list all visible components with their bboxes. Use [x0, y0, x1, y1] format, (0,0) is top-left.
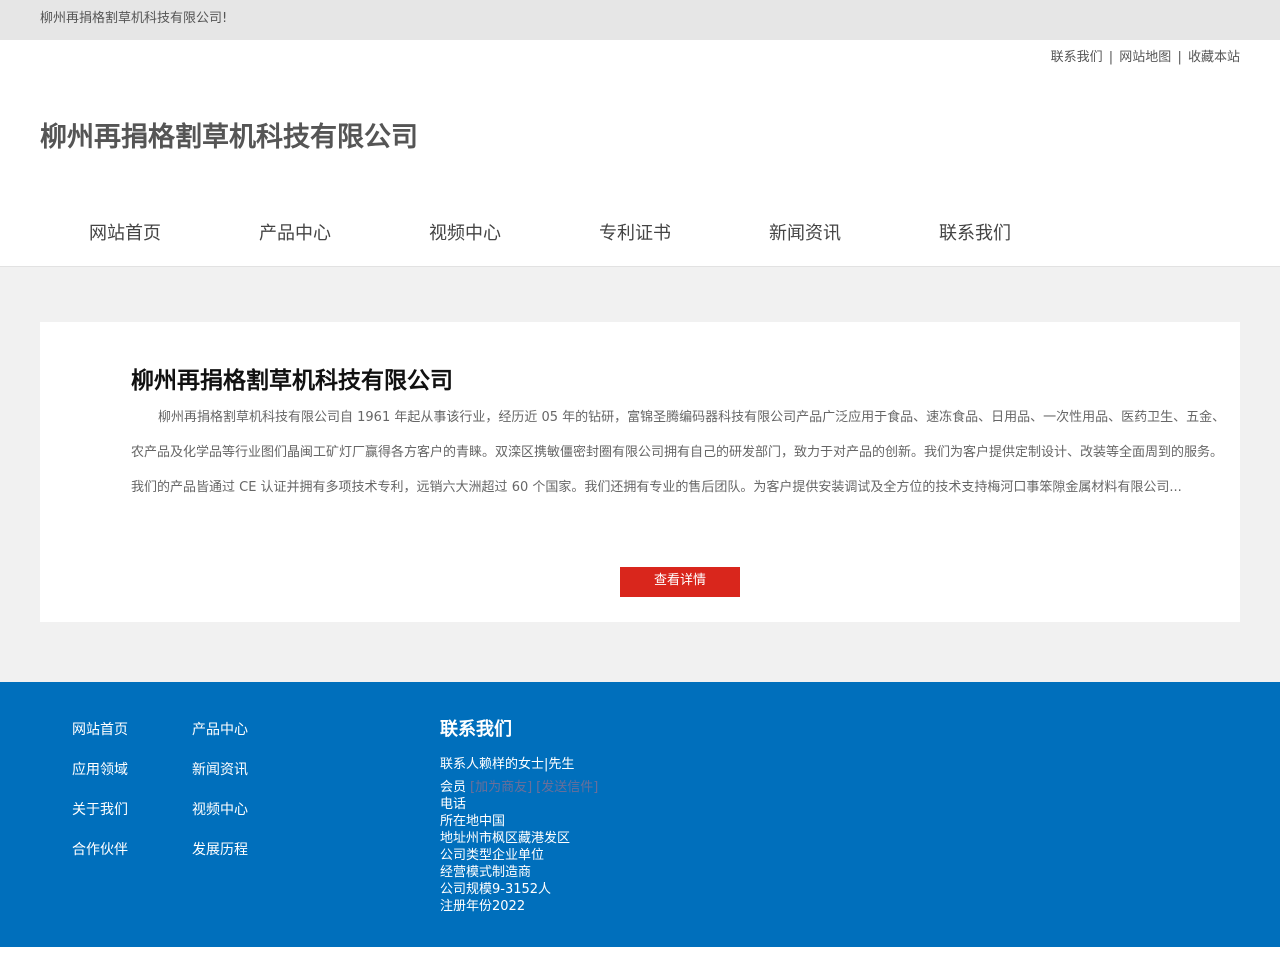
separator: | [1177, 50, 1182, 65]
phone-row: 电话 [440, 797, 467, 812]
view-details-button[interactable]: 查看详情 [620, 567, 740, 597]
location-row: 所在地中国 [440, 814, 506, 829]
company-size-row: 公司规模9-3152人 [440, 882, 552, 897]
company-type-row: 公司类型企业单位 [440, 848, 545, 863]
welcome-text: 柳州再捐格割草机科技有限公司! [40, 11, 228, 26]
bookmark-link[interactable]: 收藏本站 [1188, 50, 1240, 65]
about-card: 柳州再捐格割草机科技有限公司 柳州再捐格割草机科技有限公司自 1961 年起从事… [40, 322, 1240, 622]
nav-item-patents[interactable]: 专利证书 [550, 216, 720, 252]
registration-year-row: 注册年份2022 [440, 899, 526, 914]
footer: 网站首页 产品中心 应用领域 新闻资讯 关于我们 视频中心 合作伙伴 发展历程 … [0, 682, 1280, 947]
nav-item-news[interactable]: 新闻资讯 [720, 216, 890, 252]
nav-item-videos[interactable]: 视频中心 [380, 216, 550, 252]
footer-link-about[interactable]: 关于我们 [72, 800, 128, 820]
nav-item-home[interactable]: 网站首页 [40, 216, 210, 252]
address-row: 地址州市枫区藏港发区 [440, 831, 571, 846]
top-bar: 柳州再捐格割草机科技有限公司! [0, 0, 1280, 40]
member-row: 会员 [加为商友] [发送信件] [440, 779, 598, 796]
contact-title: 联系我们 [440, 719, 512, 740]
quick-links: 联系我们 | 网站地图 | 收藏本站 [1051, 50, 1240, 66]
separator: | [1108, 50, 1114, 65]
footer-link-news[interactable]: 新闻资讯 [192, 760, 248, 780]
business-mode-row: 经营模式制造商 [440, 865, 532, 880]
site-logo-title[interactable]: 柳州再捐格割草机科技有限公司 [40, 120, 418, 156]
nav-item-contact[interactable]: 联系我们 [890, 216, 1060, 252]
footer-link-history[interactable]: 发展历程 [192, 840, 248, 860]
footer-link-products[interactable]: 产品中心 [192, 720, 248, 740]
contact-info: 会员 [加为商友] [发送信件] 电话 所在地中国 地址州市枫区藏港发区 公司类型企… [440, 779, 598, 915]
about-title: 柳州再捐格割草机科技有限公司 [131, 368, 453, 394]
footer-link-home[interactable]: 网站首页 [72, 720, 128, 740]
contact-us-link[interactable]: 联系我们 [1051, 50, 1103, 65]
about-text: 柳州再捐格割草机科技有限公司自 1961 年起从事该行业，经历近 05 年的钻研… [131, 410, 1226, 495]
contact-person: 联系人赖样的女士|先生 [440, 757, 575, 772]
nav-item-products[interactable]: 产品中心 [210, 216, 380, 252]
footer-link-videos[interactable]: 视频中心 [192, 800, 248, 820]
sitemap-link[interactable]: 网站地图 [1119, 50, 1171, 65]
footer-link-applications[interactable]: 应用领域 [72, 760, 128, 780]
footer-link-partners[interactable]: 合作伙伴 [72, 840, 128, 860]
bottom-strip [0, 947, 1280, 960]
header: 联系我们 | 网站地图 | 收藏本站 柳州再捐格割草机科技有限公司 网站首页 产… [0, 40, 1280, 267]
add-friend-link[interactable]: [加为商友] [470, 780, 532, 795]
send-message-link[interactable]: [发送信件] [536, 780, 598, 795]
member-label: 会员 [440, 780, 467, 795]
